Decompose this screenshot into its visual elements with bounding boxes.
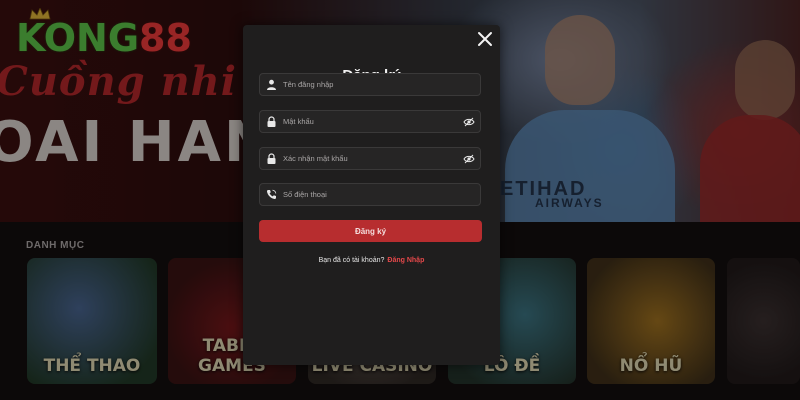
username-input[interactable] (283, 77, 453, 92)
phone-input[interactable] (283, 187, 453, 202)
phone-icon (266, 189, 277, 200)
register-button[interactable]: Đăng ký (259, 220, 482, 242)
login-prompt-text: Bạn đã có tài khoản? (318, 257, 385, 264)
lock-icon (267, 153, 276, 164)
password-field[interactable] (259, 110, 481, 133)
close-icon[interactable] (476, 30, 494, 48)
user-icon (267, 79, 276, 90)
username-field[interactable] (259, 73, 481, 96)
phone-field[interactable] (259, 183, 481, 206)
login-prompt-row: Bạn đã có tài khoản? Đăng Nhập (243, 257, 500, 264)
eye-slash-icon[interactable] (463, 154, 475, 164)
lock-icon (267, 116, 276, 127)
password-input[interactable] (283, 114, 453, 129)
eye-slash-icon[interactable] (463, 117, 475, 127)
confirm-password-input[interactable] (283, 151, 453, 166)
confirm-password-field[interactable] (259, 147, 481, 170)
login-link[interactable]: Đăng Nhập (387, 257, 424, 264)
